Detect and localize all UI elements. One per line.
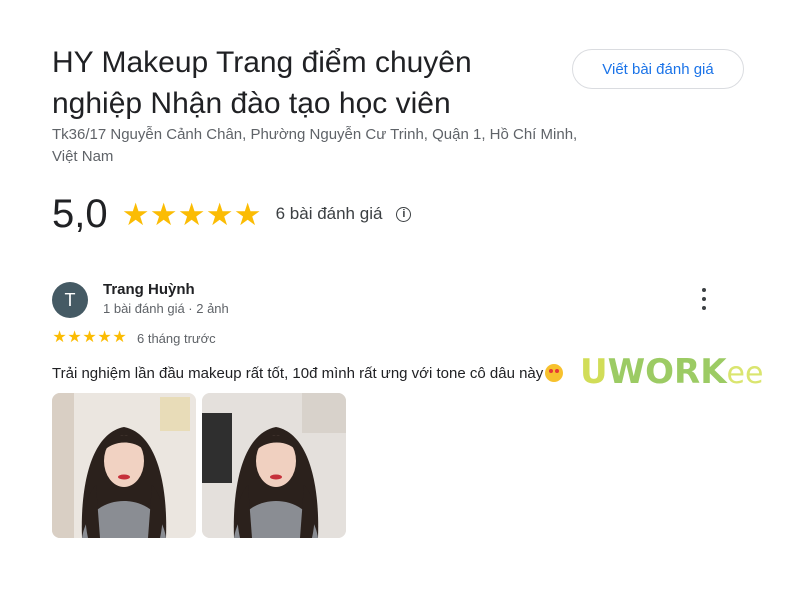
star-icon: ★ — [97, 329, 112, 346]
smiling-face-with-hearts-icon — [545, 364, 564, 382]
star-icon: ★ — [205, 196, 234, 232]
google-reviews-panel: HY Makeup Trang điểm chuyên nghiệp Nhận … — [0, 0, 800, 600]
watermark-part: ee — [726, 356, 764, 391]
star-icon: ★ — [121, 196, 150, 232]
star-icon: ★ — [177, 196, 206, 232]
business-name: HY Makeup Trang điểm chuyên nghiệp Nhận … — [52, 46, 472, 120]
avatar[interactable]: T — [52, 282, 88, 318]
star-icon: ★ — [82, 329, 97, 346]
review-photo-2[interactable] — [202, 393, 346, 538]
review-text: Trải nghiệm lần đầu makeup rất tốt, 10đ … — [52, 364, 564, 382]
star-icon: ★ — [112, 329, 127, 346]
review-rating: ★ ★ ★ ★ ★ 6 tháng trước — [52, 329, 216, 346]
review-photo-1[interactable] — [52, 393, 196, 538]
review-count[interactable]: 6 bài đánh giá — [276, 204, 383, 224]
reviewer-meta: 1 bài đánh giá · 2 ảnh — [103, 301, 229, 316]
star-icon: ★ — [67, 329, 82, 346]
star-icon: ★ — [149, 196, 178, 232]
rating-stars: ★ ★ ★ ★ ★ — [122, 199, 262, 230]
reviewer-name[interactable]: Trang Huỳnh — [103, 281, 195, 298]
rating-value: 5,0 — [52, 191, 108, 236]
watermark-logo: UWORKee — [580, 352, 763, 392]
rating-summary: 5,0 ★ ★ ★ ★ ★ 6 bài đánh giá i — [52, 190, 412, 238]
write-review-button[interactable]: Viết bài đánh giá — [572, 49, 744, 89]
info-icon[interactable]: i — [396, 206, 412, 222]
star-icon: ★ — [52, 329, 67, 346]
review-text-body: Trải nghiệm lần đầu makeup rất tốt, 10đ … — [52, 364, 544, 382]
more-options-icon[interactable] — [694, 288, 714, 310]
watermark-part: WORK — [607, 352, 727, 392]
review-time: 6 tháng trước — [137, 330, 216, 346]
watermark-part: U — [580, 352, 608, 392]
star-icon: ★ — [233, 196, 262, 232]
business-address: Tk36/17 Nguyễn Cảnh Chân, Phường Nguyễn … — [52, 126, 578, 165]
